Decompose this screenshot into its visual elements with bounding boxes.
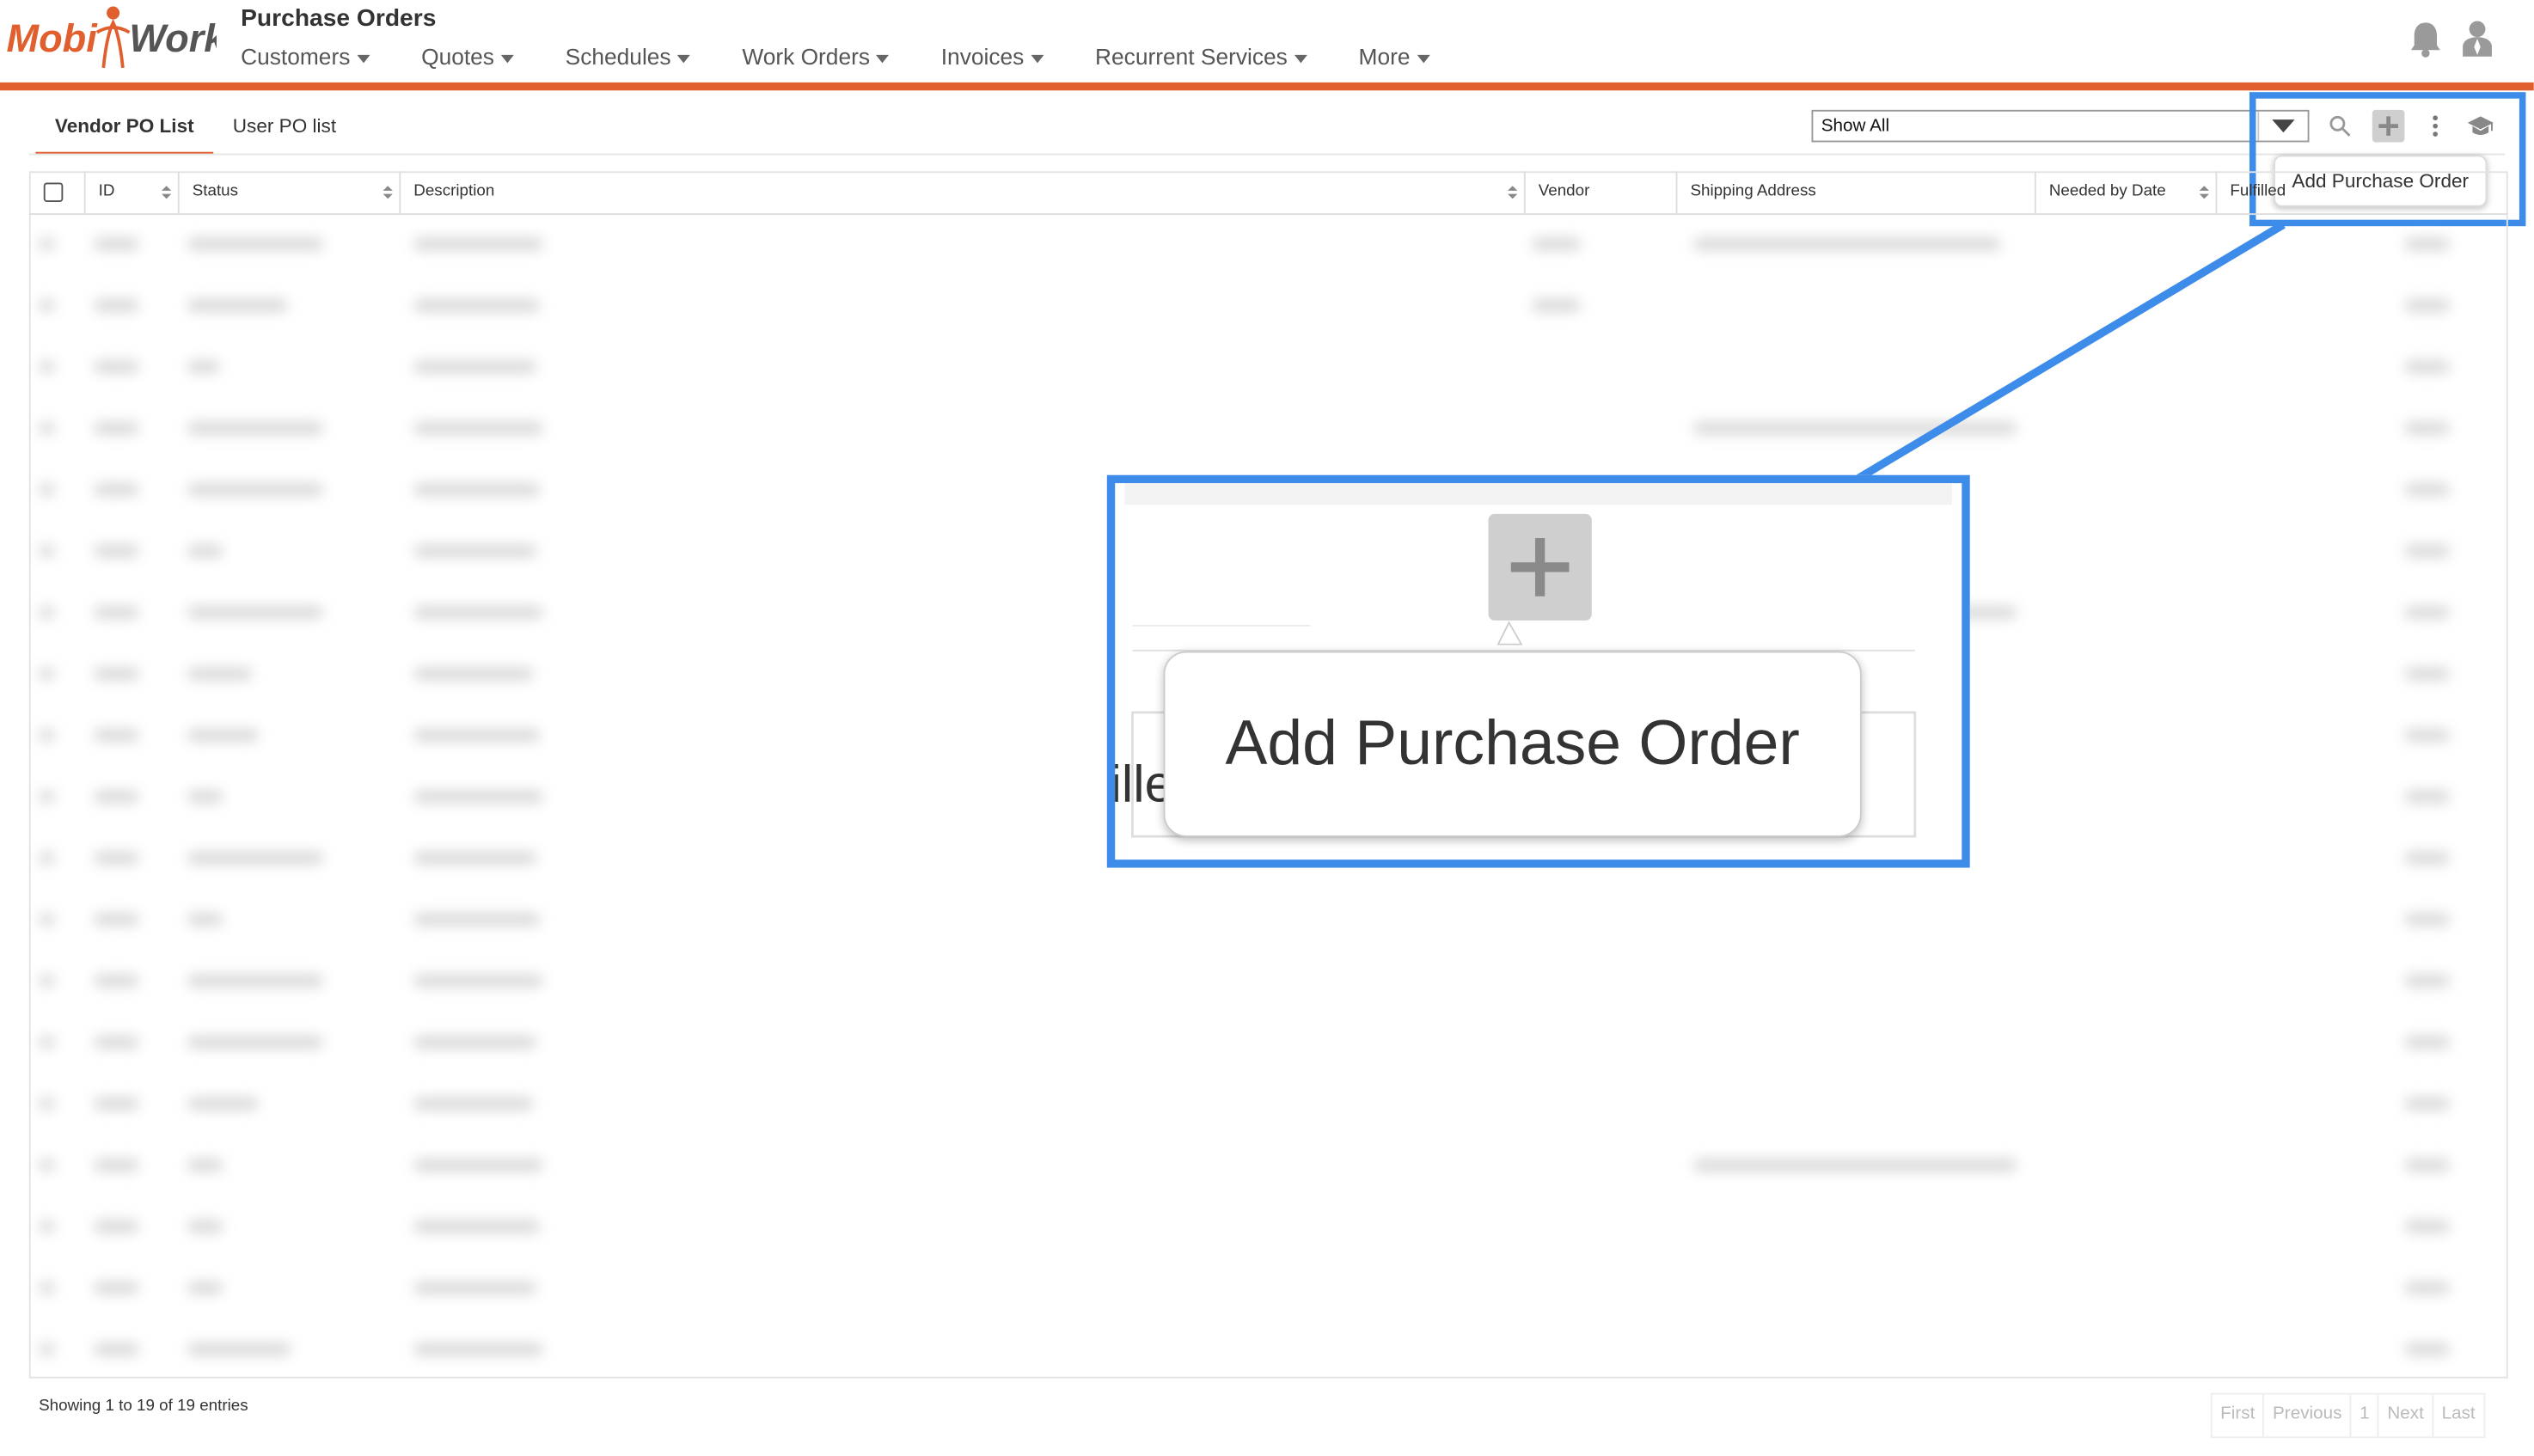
app-stage: Mobi Work Purchase Orders Customers Quot…	[0, 0, 2534, 1456]
zoom-add-purchase-order-tooltip: Add Purchase Order	[1163, 651, 1862, 837]
zoom-add-button	[1488, 513, 1592, 621]
plus-icon	[1510, 538, 1570, 596]
pager-next[interactable]: Next	[2379, 1394, 2434, 1437]
zoom-callout: ille Add Purchase Order	[1106, 474, 1970, 868]
pagination: First Previous 1 Next Last	[2210, 1392, 2485, 1439]
pager-page-1[interactable]: 1	[2352, 1394, 2379, 1437]
pager-last[interactable]: Last	[2433, 1394, 2483, 1436]
pager-first[interactable]: First	[2213, 1394, 2265, 1437]
pager-previous[interactable]: Previous	[2265, 1394, 2352, 1437]
entries-info: Showing 1 to 19 of 19 entries	[39, 1398, 248, 1416]
